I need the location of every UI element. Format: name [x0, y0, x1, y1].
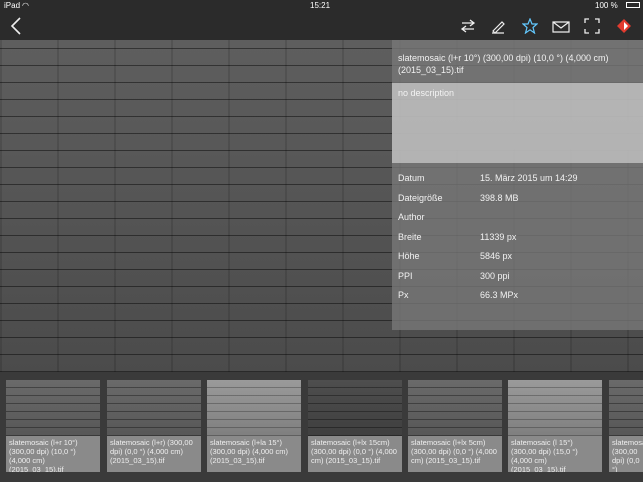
meta-value: 5846 px	[480, 251, 513, 261]
info-panel: slatemosaic (l+r 10°) (300,00 dpi) (10,0…	[392, 40, 643, 330]
clock: 15:21	[310, 1, 331, 10]
meta-row-width: Breite 11339 px	[398, 232, 638, 244]
meta-value: 398.8 MB	[480, 193, 519, 203]
thumbnail-item[interactable]: slatemosaic (l 15°) (300,00 dpi) (15,0 °…	[508, 380, 602, 472]
thumbnail-image	[408, 380, 502, 436]
meta-row-author: Author	[398, 212, 638, 224]
back-icon[interactable]	[6, 16, 26, 36]
meta-key: Px	[398, 290, 409, 300]
meta-row-datum: Datum 15. März 2015 um 14:29	[398, 173, 638, 185]
thumbnail-caption: slatemosaic (l+la 15°) (300,00 dpi) (4,0…	[207, 436, 301, 472]
meta-value: 11339 px	[480, 232, 517, 242]
description-field[interactable]: no description	[392, 83, 643, 163]
thumbnail-image	[107, 380, 201, 436]
thumbnail-caption: slatemosaic (l+lx 15cm) (300,00 dpi) (0,…	[308, 436, 402, 472]
thumbnail-item[interactable]: slatemosaic (l+r) (300,00 dpi) (0,0 °) (…	[107, 380, 201, 472]
meta-value: 15. März 2015 um 14:29	[480, 173, 578, 183]
toolbar	[0, 12, 643, 40]
thumbnail-item[interactable]: slatemosaic (l+lx 5cm) (300,00 dpi) (0,0…	[408, 380, 502, 472]
thumbnail-image	[609, 380, 643, 436]
battery-label: 100 %	[595, 1, 618, 10]
thumbnail-caption: slatemosaic (l+lx 5cm) (300,00 dpi) (0,0…	[408, 436, 502, 472]
meta-key: PPI	[398, 271, 413, 281]
meta-key: Dateigröße	[398, 193, 443, 203]
file-title: slatemosaic (l+r 10°) (300,00 dpi) (10,0…	[398, 53, 609, 75]
meta-row-size: Dateigröße 398.8 MB	[398, 193, 638, 205]
thumbnail-caption: slatemosaic (l+r) (300,00 dpi) (0,0 °) (…	[107, 436, 201, 472]
meta-key: Datum	[398, 173, 425, 183]
thumbnail-item[interactable]: slatemosaic (l+r 10°) (300,00 dpi) (10,0…	[6, 380, 100, 472]
meta-row-px: Px 66.3 MPx	[398, 290, 638, 302]
pen-icon[interactable]	[488, 16, 508, 36]
thumbnail-item[interactable]: slatemosaic (300,00 dpi) (0,0 °) (4,000 …	[609, 380, 643, 472]
device-label: iPad	[4, 1, 21, 10]
meta-key: Breite	[398, 232, 422, 242]
mail-icon[interactable]	[551, 16, 571, 36]
meta-value: 300 ppi	[480, 271, 510, 281]
thumbnail-caption: slatemosaic (l+r 10°) (300,00 dpi) (10,0…	[6, 436, 100, 472]
swap-icon[interactable]	[458, 16, 478, 36]
meta-row-height: Höhe 5846 px	[398, 251, 638, 263]
app-logo-icon[interactable]	[614, 16, 634, 36]
thumbnail-image	[6, 380, 100, 436]
meta-value: 66.3 MPx	[480, 290, 519, 300]
star-icon[interactable]	[520, 16, 540, 36]
thumbnail-caption: slatemosaic (300,00 dpi) (0,0 °) (4,000 …	[609, 436, 643, 472]
thumbnail-caption: slatemosaic (l 15°) (300,00 dpi) (15,0 °…	[508, 436, 602, 472]
fullscreen-icon[interactable]	[582, 16, 602, 36]
battery-icon	[626, 2, 640, 8]
meta-key: Höhe	[398, 251, 420, 261]
description-text: no description	[398, 88, 455, 98]
meta-row-ppi: PPI 300 ppi	[398, 271, 638, 283]
status-bar: iPad ◠ 15:21 100 %	[0, 0, 643, 12]
wifi-icon: ◠	[22, 1, 29, 10]
thumbnail-item[interactable]: slatemosaic (l+lx 15cm) (300,00 dpi) (0,…	[308, 380, 402, 472]
thumbnail-image	[308, 380, 402, 436]
thumbnail-item[interactable]: slatemosaic (l+la 15°) (300,00 dpi) (4,0…	[207, 380, 301, 472]
thumbnail-image	[508, 380, 602, 436]
thumbnail-strip: slatemosaic (l+r 10°) (300,00 dpi) (10,0…	[0, 372, 643, 482]
thumbnail-image	[207, 380, 301, 436]
meta-key: Author	[398, 212, 425, 222]
